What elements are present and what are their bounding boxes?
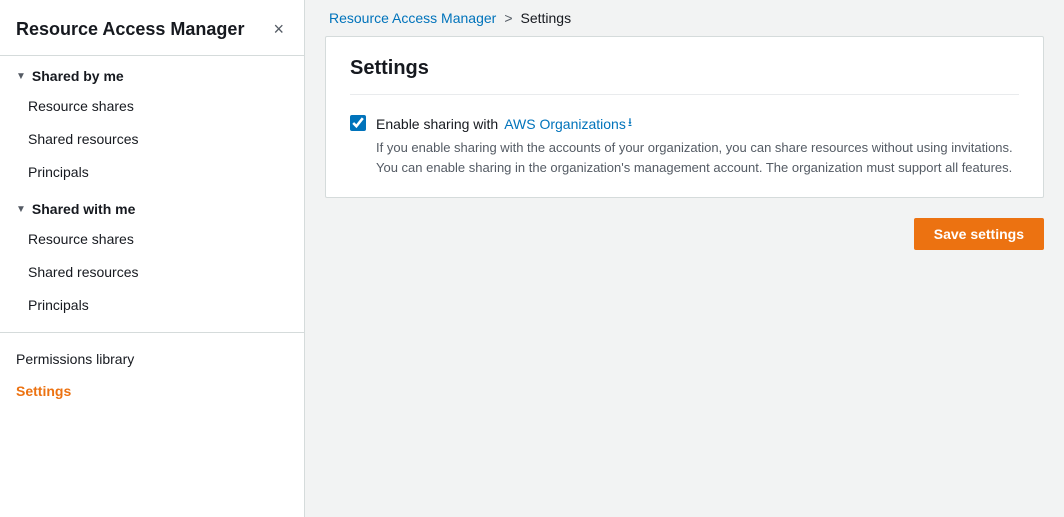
breadcrumb: Resource Access Manager > Settings — [305, 0, 1064, 36]
shared-by-me-section: ▼ Shared by me Resource shares Shared re… — [0, 56, 304, 189]
settings-panel-title: Settings — [350, 57, 1019, 95]
enable-sharing-row: Enable sharing with AWS Organizations ⭳ … — [350, 113, 1019, 177]
close-button[interactable]: × — [269, 18, 288, 40]
checkbox-label-prefix: Enable sharing with — [376, 116, 498, 132]
enable-sharing-checkbox[interactable] — [350, 115, 366, 131]
aws-organizations-link[interactable]: AWS Organizations ⭳ — [504, 113, 632, 134]
save-settings-button[interactable]: Save settings — [914, 218, 1044, 250]
sidebar: Resource Access Manager × ▼ Shared by me… — [0, 0, 305, 517]
shared-with-me-section: ▼ Shared with me Resource shares Shared … — [0, 189, 304, 322]
sidebar-title: Resource Access Manager — [16, 18, 244, 41]
checkbox-label: Enable sharing with AWS Organizations ⭳ — [376, 113, 1016, 134]
close-icon: × — [273, 19, 284, 39]
sidebar-item-shared-by-me-shared-resources[interactable]: Shared resources — [0, 123, 304, 156]
checkbox-label-container: Enable sharing with AWS Organizations ⭳ … — [376, 113, 1016, 177]
main-content: Resource Access Manager > Settings Setti… — [305, 0, 1064, 517]
checkbox-description: If you enable sharing with the accounts … — [376, 138, 1016, 177]
sidebar-item-shared-with-me-resource-shares[interactable]: Resource shares — [0, 223, 304, 256]
triangle-down-icon-2: ▼ — [16, 204, 26, 215]
sidebar-item-shared-by-me-principals[interactable]: Principals — [0, 156, 304, 189]
sidebar-item-shared-by-me-resource-shares[interactable]: Resource shares — [0, 90, 304, 123]
sidebar-item-settings-active[interactable]: Settings — [0, 375, 304, 407]
shared-with-me-label: Shared with me — [32, 201, 135, 217]
breadcrumb-link[interactable]: Resource Access Manager — [329, 10, 496, 26]
sidebar-divider — [0, 332, 304, 333]
sidebar-header: Resource Access Manager × — [0, 0, 304, 56]
breadcrumb-separator: > — [504, 10, 512, 26]
sidebar-item-shared-with-me-shared-resources[interactable]: Shared resources — [0, 256, 304, 289]
shared-with-me-header[interactable]: ▼ Shared with me — [0, 189, 304, 223]
shared-by-me-label: Shared by me — [32, 68, 124, 84]
sidebar-item-shared-with-me-principals[interactable]: Principals — [0, 289, 304, 322]
save-button-area: Save settings — [305, 218, 1064, 270]
shared-by-me-header[interactable]: ▼ Shared by me — [0, 56, 304, 90]
sidebar-item-permissions-library[interactable]: Permissions library — [0, 343, 304, 375]
external-link-icon: ⭳ — [628, 113, 632, 134]
breadcrumb-current: Settings — [521, 10, 572, 26]
triangle-down-icon: ▼ — [16, 71, 26, 82]
settings-panel: Settings Enable sharing with AWS Organiz… — [325, 36, 1044, 198]
